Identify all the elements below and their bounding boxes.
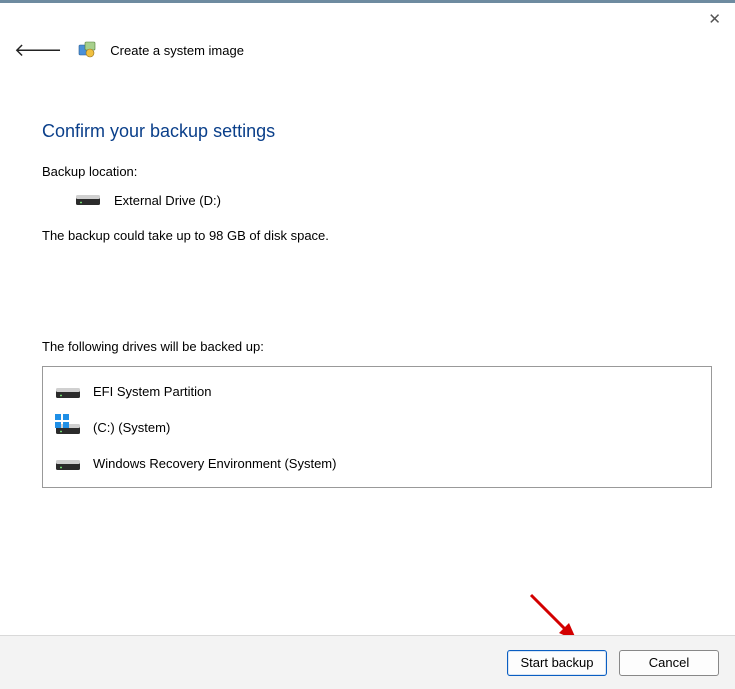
backup-location-value: External Drive (D:) xyxy=(114,193,221,208)
backup-size-note: The backup could take up to 98 GB of dis… xyxy=(42,228,693,243)
windows-logo-icon xyxy=(55,414,69,428)
drive-name: EFI System Partition xyxy=(93,384,211,399)
start-backup-button[interactable]: Start backup xyxy=(507,650,607,676)
external-drive-icon xyxy=(76,195,100,207)
wizard-title: Create a system image xyxy=(110,43,244,58)
list-item: Windows Recovery Environment (System) xyxy=(43,445,711,481)
back-arrow-icon[interactable]: 🡐 xyxy=(12,39,64,61)
wizard-window: ✕ 🡐 Create a system image Confirm your b… xyxy=(0,0,735,689)
titlebar: ✕ xyxy=(0,3,735,35)
footer: Start backup Cancel xyxy=(0,635,735,689)
backup-location-row: External Drive (D:) xyxy=(42,193,693,208)
list-item: EFI System Partition xyxy=(43,373,711,409)
system-image-icon xyxy=(78,41,96,59)
header-row: 🡐 Create a system image xyxy=(0,35,735,69)
cancel-button[interactable]: Cancel xyxy=(619,650,719,676)
backup-location-label: Backup location: xyxy=(42,164,693,179)
drives-list-label: The following drives will be backed up: xyxy=(42,339,693,354)
close-icon[interactable]: ✕ xyxy=(708,12,721,27)
drive-icon xyxy=(56,388,80,400)
drive-icon xyxy=(56,460,80,472)
content-area: Confirm your backup settings Backup loca… xyxy=(0,69,735,488)
page-heading: Confirm your backup settings xyxy=(42,121,693,142)
drive-name: (C:) (System) xyxy=(93,420,170,435)
list-item: (C:) (System) xyxy=(43,409,711,445)
drive-name: Windows Recovery Environment (System) xyxy=(93,456,336,471)
drives-list: EFI System Partition xyxy=(42,366,712,488)
